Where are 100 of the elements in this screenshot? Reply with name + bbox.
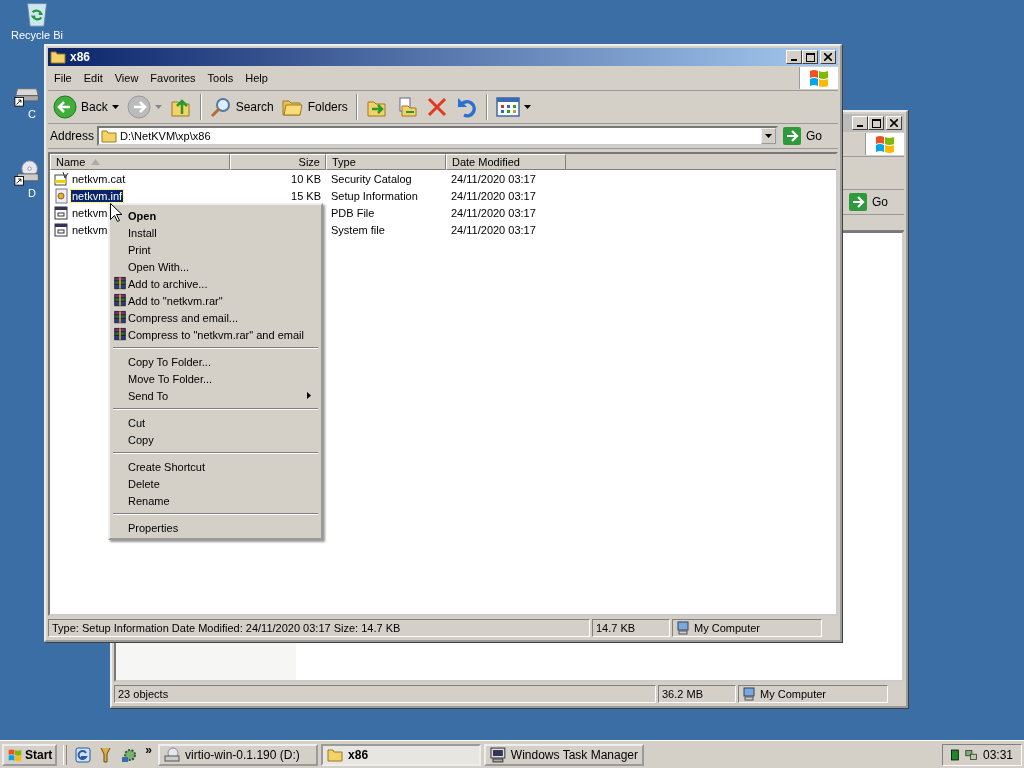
books-icon	[113, 276, 127, 291]
monitor-icon	[490, 746, 506, 763]
battery-icon[interactable]	[951, 747, 959, 762]
menu-item[interactable]: Tools	[201, 72, 240, 84]
books-icon	[113, 310, 127, 325]
cd-drive-icon	[164, 746, 181, 763]
file-name[interactable]: netkvm.inf	[71, 189, 124, 202]
desktop-icon-label[interactable]: D	[28, 187, 36, 199]
gear-icon[interactable]	[121, 746, 138, 763]
taskbar-button[interactable]: Windows Task Manager	[484, 743, 645, 766]
context-menu-item[interactable]: Install	[112, 224, 319, 241]
maximize-button[interactable]	[802, 50, 818, 64]
delete-icon	[425, 96, 448, 118]
recycle-bin-icon[interactable]	[24, 0, 50, 28]
status-size: 14.7 KB	[592, 619, 670, 637]
address-field[interactable]: D:\NetKVM\xp\x86	[97, 126, 778, 146]
context-menu-item[interactable]: Move To Folder...	[112, 370, 319, 387]
search-icon	[209, 96, 232, 118]
context-menu-item[interactable]: Send To	[112, 387, 319, 404]
column-header[interactable]: Size	[230, 154, 326, 170]
context-menu-item[interactable]: Compress and email...	[112, 309, 319, 326]
status-text: 23 objects	[114, 685, 656, 703]
menu-item[interactable]: Help	[239, 72, 274, 84]
cd-shortcut-icon[interactable]	[14, 160, 40, 186]
start-button[interactable]: Start	[2, 743, 58, 766]
go-button[interactable]: Go	[847, 191, 902, 213]
menu-item[interactable]: Edit	[77, 72, 109, 84]
close-icon	[890, 119, 898, 127]
file-name[interactable]: netkvm.cat	[71, 172, 127, 185]
file-type: PDB File	[330, 206, 376, 219]
minimize-button[interactable]	[786, 50, 802, 64]
chevron-button[interactable]: »	[142, 743, 156, 757]
books-icon	[113, 327, 127, 342]
file-type: Security Catalog	[330, 172, 413, 185]
taskbar-button[interactable]: virtio-win-0.1.190 (D:)	[158, 743, 319, 766]
context-menu-item[interactable]: Compress to "netkvm.rar" and email	[112, 326, 319, 343]
go-arrow-icon	[849, 193, 867, 211]
file-type: Setup Information	[330, 189, 419, 202]
file-date: 24/11/2020 03:17	[450, 189, 537, 202]
context-menu-item[interactable]: Add to archive...	[112, 275, 319, 292]
context-menu-item[interactable]: Create Shortcut	[112, 458, 319, 475]
go-button[interactable]: Go	[781, 125, 836, 147]
context-menu-item[interactable]: Rename	[112, 492, 319, 509]
folders-button[interactable]: Folders	[278, 93, 351, 121]
folders-icon	[281, 97, 304, 117]
menu-item[interactable]: Favorites	[144, 72, 202, 84]
file-name[interactable]: netkvm	[71, 206, 109, 219]
computer-icon	[742, 687, 756, 701]
file-icon	[53, 204, 69, 221]
go-arrow-icon	[783, 127, 801, 145]
dropdown-button[interactable]	[761, 128, 776, 144]
settings-file-icon	[53, 187, 69, 204]
context-menu-item[interactable]: Copy	[112, 431, 319, 448]
computer-icon	[676, 621, 690, 635]
desktop-icon-label[interactable]: C	[28, 108, 36, 120]
context-menu-item[interactable]: Properties	[112, 519, 319, 536]
file-type: System file	[330, 223, 386, 236]
file-date: 24/11/2020 03:17	[450, 172, 537, 185]
folder-icon	[327, 747, 344, 762]
context-menu-item[interactable]: Delete	[112, 475, 319, 492]
file-name[interactable]: netkvm	[71, 223, 109, 236]
maximize-icon	[871, 118, 881, 128]
views-icon	[495, 97, 520, 117]
address-label: Address	[50, 129, 95, 143]
file-date: 24/11/2020 03:17	[450, 206, 537, 219]
books-icon	[113, 293, 127, 308]
status-text: Type: Setup Information Date Modified: 24/11/2020 03:17 Size: 14.7 KB	[48, 619, 590, 637]
sort-arrow-icon	[91, 159, 101, 165]
windows-logo-icon	[7, 747, 23, 762]
status-zone: My Computer	[694, 622, 761, 634]
context-menu-item[interactable]: Add to "netkvm.rar"	[112, 292, 319, 309]
context-menu-item[interactable]: Cut	[112, 414, 319, 431]
cursor-icon	[110, 203, 122, 222]
clock: 03:31	[982, 747, 1013, 762]
submenu-arrow-icon	[307, 392, 311, 399]
maximize-icon	[805, 52, 815, 62]
close-button[interactable]	[820, 50, 836, 64]
context-menu-item[interactable]: Copy To Folder...	[112, 353, 319, 370]
status-zone: My Computer	[760, 688, 827, 700]
desktop-icon-label[interactable]: Recycle Bi	[11, 29, 63, 41]
menu-item[interactable]: File	[48, 72, 78, 84]
context-menu-item[interactable]: Open With...	[112, 258, 319, 275]
file-icon	[53, 221, 69, 238]
column-header[interactable]: Type	[326, 154, 446, 170]
menu-item[interactable]: View	[108, 72, 145, 84]
undo-icon	[455, 96, 478, 118]
file-size: 15 KB	[290, 189, 322, 202]
folder-icon	[101, 129, 118, 143]
browser-icon[interactable]	[75, 746, 92, 763]
back-button[interactable]: Back	[50, 93, 122, 121]
column-header[interactable]: Name	[50, 154, 230, 170]
folder-icon	[50, 50, 66, 64]
status-size: 36.2 MB	[658, 685, 736, 703]
close-icon	[824, 53, 832, 61]
search-button[interactable]: Search	[206, 93, 277, 121]
window-title: x86	[70, 50, 91, 64]
column-header[interactable]: Date Modified	[446, 154, 566, 170]
taskbar-button[interactable]: x86	[321, 743, 482, 766]
context-menu-item[interactable]: Print	[112, 241, 319, 258]
file-date: 24/11/2020 03:17	[450, 223, 537, 236]
